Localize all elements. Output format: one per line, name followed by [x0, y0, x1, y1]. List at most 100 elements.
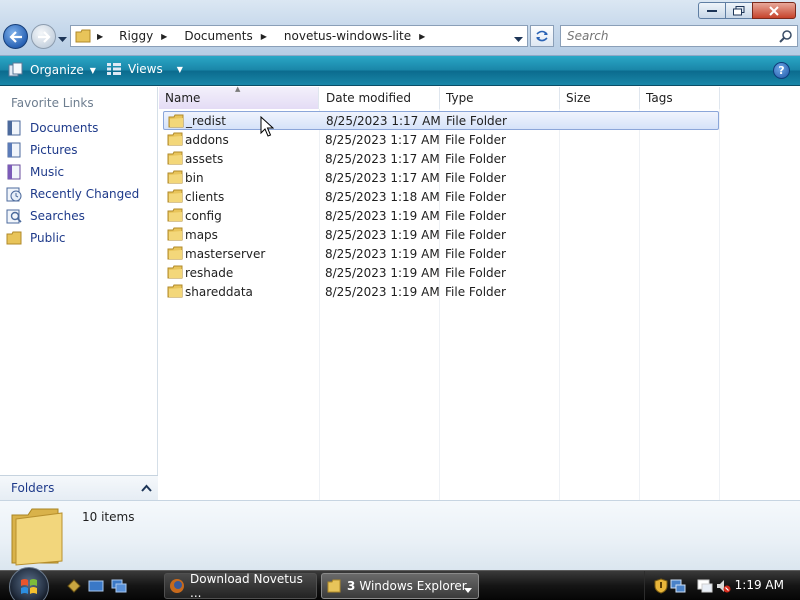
nav-item-recently-changed[interactable]: Recently Changed	[6, 184, 139, 204]
item-count: 10 items	[82, 510, 135, 524]
file-row[interactable]: bin 8/25/2023 1:17 AM File Folder	[163, 168, 719, 187]
sort-ascending-icon: ▲	[235, 85, 241, 93]
file-type: File Folder	[445, 208, 506, 223]
search-icon[interactable]	[779, 29, 793, 46]
chevron-up-icon	[141, 481, 152, 495]
breadcrumb-separator[interactable]: ▶	[161, 32, 176, 41]
folder-icon	[167, 208, 183, 225]
search-box[interactable]	[560, 25, 798, 47]
recent-pages-dropdown[interactable]	[58, 32, 67, 46]
file-name: clients	[185, 189, 225, 204]
nav-item-searches[interactable]: Searches	[6, 206, 85, 226]
breadcrumb-separator[interactable]: ▶	[419, 32, 434, 41]
back-button[interactable]	[3, 24, 28, 49]
file-row[interactable]: config 8/25/2023 1:19 AM File Folder	[163, 206, 719, 225]
chevron-down-icon: ▼	[176, 64, 183, 74]
breadcrumb-novetus-windows-lite[interactable]: novetus-windows-lite	[284, 29, 411, 43]
taskbar-button-label: Download Novetus ...	[190, 572, 303, 600]
folders-toggle[interactable]: Folders	[0, 475, 158, 500]
column-header-label: Type	[446, 91, 474, 105]
organize-icon	[8, 62, 23, 77]
column-divider	[719, 109, 720, 500]
nav-item-public[interactable]: Public	[6, 228, 66, 248]
file-name: _redist	[186, 113, 226, 128]
system-tray: 1:19 AM	[644, 571, 800, 600]
column-header-label: Name	[165, 91, 201, 105]
address-dropdown[interactable]	[514, 32, 523, 46]
show-desktop-icon[interactable]	[87, 578, 105, 594]
file-date-modified: 8/25/2023 1:17 AM	[325, 132, 440, 147]
taskbar: Download Novetus ... 3 Windows Explorer …	[0, 567, 800, 600]
chevron-down-icon: ▼	[89, 65, 96, 75]
folder-icon	[167, 151, 183, 168]
column-header-type[interactable]: Type	[440, 87, 560, 109]
close-button[interactable]	[752, 2, 796, 19]
file-row[interactable]: _redist 8/25/2023 1:17 AM File Folder	[163, 111, 719, 130]
file-date-modified: 8/25/2023 1:19 AM	[325, 265, 440, 280]
quick-launch-app-icon[interactable]	[65, 578, 83, 594]
views-label: Views	[128, 62, 163, 76]
minimize-button[interactable]	[698, 2, 726, 19]
file-type: File Folder	[445, 284, 506, 299]
close-icon	[769, 5, 779, 16]
folders-label: Folders	[11, 481, 55, 495]
address-bar[interactable]: ▶ Riggy ▶ Documents ▶ novetus-windows-li…	[70, 25, 528, 47]
monitor-icon[interactable]	[697, 578, 713, 594]
column-header-tags[interactable]: Tags	[640, 87, 720, 109]
file-type: File Folder	[445, 132, 506, 147]
help-button[interactable]: ?	[773, 62, 790, 79]
file-name: addons	[185, 132, 229, 147]
file-row[interactable]: reshade 8/25/2023 1:19 AM File Folder	[163, 263, 719, 282]
column-header-date-modified[interactable]: Date modified	[320, 87, 440, 109]
column-header-size[interactable]: Size	[560, 87, 640, 109]
file-type: File Folder	[445, 189, 506, 204]
breadcrumb-riggy[interactable]: Riggy	[119, 29, 153, 43]
clock[interactable]: 1:19 AM	[735, 578, 784, 592]
forward-button[interactable]	[31, 24, 56, 49]
folder-icon	[326, 578, 342, 594]
nav-item-documents[interactable]: Documents	[6, 118, 98, 138]
folder-icon	[75, 29, 91, 43]
breadcrumb-separator[interactable]: ▶	[97, 32, 103, 41]
breadcrumb-documents[interactable]: Documents	[184, 29, 252, 43]
switch-windows-icon[interactable]	[110, 578, 128, 594]
folder-icon	[8, 505, 68, 570]
network-icon[interactable]	[670, 578, 686, 594]
breadcrumb-label: novetus-windows-lite	[283, 29, 412, 43]
volume-muted-icon[interactable]	[715, 578, 731, 594]
file-date-modified: 8/25/2023 1:19 AM	[325, 284, 440, 299]
breadcrumb-separator[interactable]: ▶	[261, 32, 276, 41]
file-row[interactable]: maps 8/25/2023 1:19 AM File Folder	[163, 225, 719, 244]
nav-item-label: Pictures	[30, 143, 78, 157]
folder-icon	[167, 170, 183, 187]
file-date-modified: 8/25/2023 1:19 AM	[325, 246, 440, 261]
views-icon	[107, 63, 121, 75]
search-input[interactable]	[567, 29, 767, 43]
breadcrumb-label: Documents	[184, 29, 253, 43]
column-header-label: Size	[566, 91, 591, 105]
file-row[interactable]: assets 8/25/2023 1:17 AM File Folder	[163, 149, 719, 168]
column-header-name[interactable]: ▲ Name	[159, 85, 319, 109]
security-shield-icon[interactable]	[653, 578, 669, 594]
views-button[interactable]: Views ▼	[106, 62, 183, 76]
organize-button[interactable]: Organize ▼	[8, 62, 96, 78]
file-row[interactable]: masterserver 8/25/2023 1:19 AM File Folder	[163, 244, 719, 263]
nav-item-music[interactable]: Music	[6, 162, 64, 182]
nav-item-pictures[interactable]: Pictures	[6, 140, 78, 160]
details-pane: 10 items	[0, 500, 800, 570]
file-row[interactable]: shareddata 8/25/2023 1:19 AM File Folder	[163, 282, 719, 301]
refresh-button[interactable]	[530, 25, 554, 47]
file-row[interactable]: clients 8/25/2023 1:18 AM File Folder	[163, 187, 719, 206]
folder-icon	[167, 132, 183, 149]
file-row[interactable]: addons 8/25/2023 1:17 AM File Folder	[163, 130, 719, 149]
title-bar: ▶ Riggy ▶ Documents ▶ novetus-windows-li…	[0, 0, 800, 56]
maximize-button[interactable]	[725, 2, 753, 19]
music-icon	[6, 164, 22, 180]
taskbar-button-download-novetus[interactable]: Download Novetus ...	[164, 572, 317, 600]
file-date-modified: 8/25/2023 1:17 AM	[325, 151, 440, 166]
start-button[interactable]	[9, 567, 49, 600]
folder-icon	[167, 246, 183, 263]
taskbar-button-windows-explorer[interactable]: 3 Windows Explorer	[321, 573, 479, 599]
command-bar: Organize ▼ Views ▼ ?	[0, 56, 800, 86]
file-name: shareddata	[185, 284, 253, 299]
